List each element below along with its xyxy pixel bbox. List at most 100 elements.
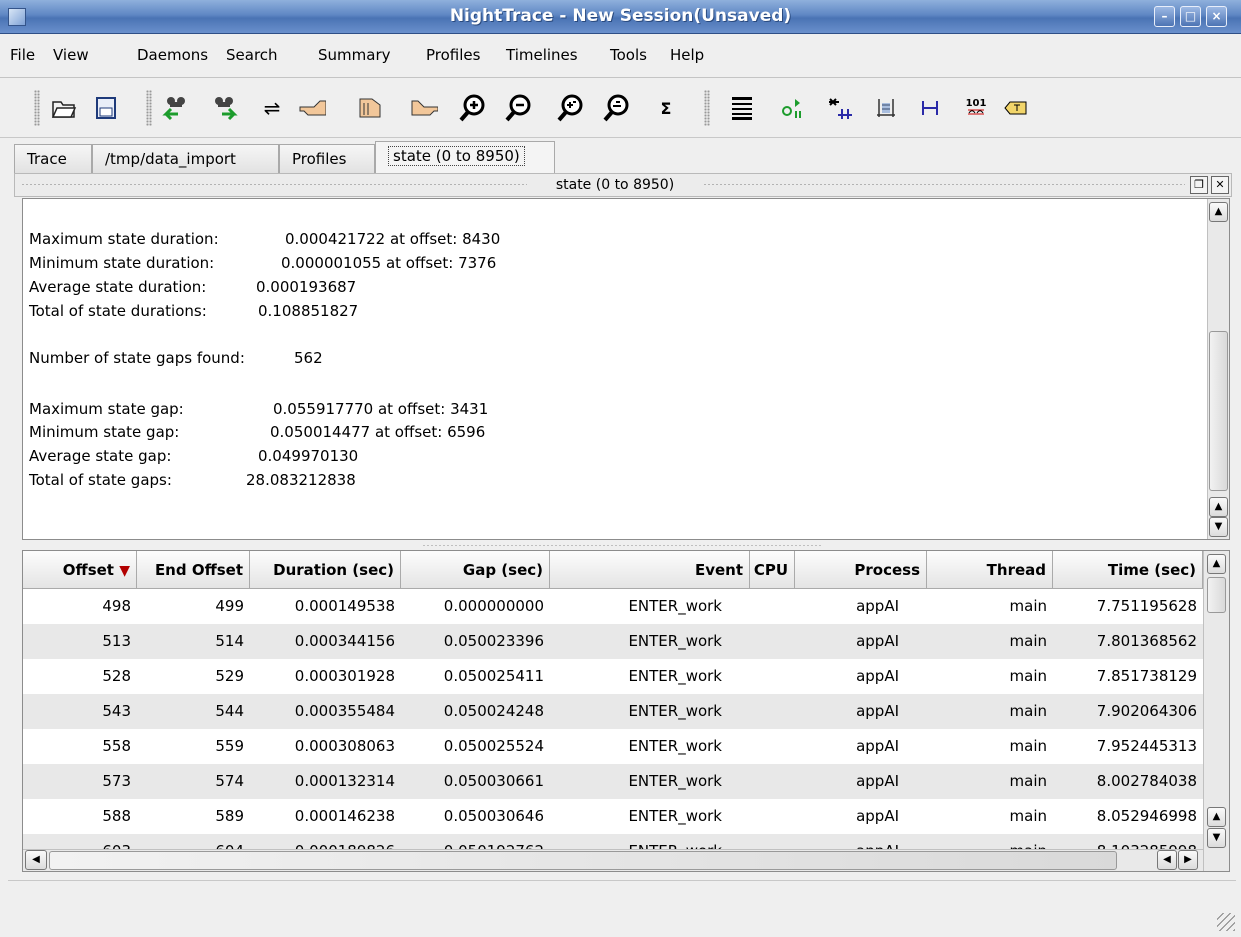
float-pane-button[interactable]: ❐	[1190, 176, 1208, 194]
zoom-in-icon[interactable]	[458, 94, 486, 122]
cell-gap: 0.050023396	[443, 632, 544, 650]
menu-file[interactable]: File	[10, 46, 35, 64]
interval-icon[interactable]	[872, 94, 900, 122]
summary-value: 0.055917770 at offset: 3431	[273, 400, 489, 418]
state-marker-icon[interactable]	[826, 94, 854, 122]
table-row[interactable]: 588 589 0.000146238 0.050030646 ENTER_work ap…	[23, 799, 1203, 834]
cell-cpu	[750, 694, 795, 729]
column-header-process[interactable]: Process	[795, 551, 927, 589]
column-header-gap[interactable]: Gap (sec)	[401, 551, 550, 589]
maximize-button[interactable]: □	[1180, 6, 1201, 27]
column-header-offset[interactable]: Offset ▼	[23, 551, 137, 589]
column-header-duration[interactable]: Duration (sec)	[250, 551, 401, 589]
summary-value: 0.000193687	[256, 278, 357, 296]
scroll-up-button[interactable]: ▲	[1207, 807, 1226, 827]
search-forward-icon[interactable]	[210, 94, 238, 122]
scroll-thumb[interactable]	[49, 851, 1117, 870]
toolbar-grip[interactable]	[34, 90, 40, 126]
toolbar-grip[interactable]	[146, 90, 152, 126]
zoom-out-icon[interactable]	[504, 94, 532, 122]
table-row[interactable]: 528 529 0.000301928 0.050025411 ENTER_work ap…	[23, 659, 1203, 694]
list-icon[interactable]	[728, 94, 756, 122]
column-header-event[interactable]: Event	[550, 551, 750, 589]
menu-help[interactable]: Help	[670, 46, 704, 64]
minimize-button[interactable]: –	[1154, 6, 1175, 27]
cell-thread: main	[1009, 772, 1047, 790]
scroll-left-button[interactable]: ◀	[1157, 850, 1177, 870]
resize-grip-icon[interactable]	[1217, 913, 1235, 931]
table-row[interactable]: 573 574 0.000132314 0.050030661 ENTER_work ap…	[23, 764, 1203, 799]
menu-tools[interactable]: Tools	[610, 46, 647, 64]
binary-text-icon[interactable]: 101	[962, 94, 990, 122]
menu-summary[interactable]: Summary	[318, 46, 391, 64]
cell-cpu	[750, 659, 795, 694]
cell-cpu	[750, 589, 795, 624]
table-row[interactable]: 498 499 0.000149538 0.000000000 ENTER_work ap…	[23, 589, 1203, 624]
cell-event: ENTER_work	[628, 667, 722, 685]
toolbar-grip[interactable]	[704, 90, 710, 126]
summary-value: 0.000421722 at offset: 8430	[285, 230, 501, 248]
column-header-time[interactable]: Time (sec)	[1053, 551, 1203, 589]
column-header-end-offset[interactable]: End Offset	[137, 551, 250, 589]
cell-cpu	[750, 729, 795, 764]
zoom-out-more-icon[interactable]	[602, 94, 630, 122]
menu-daemons[interactable]: Daemons	[137, 46, 208, 64]
hand-grab-icon[interactable]	[354, 94, 382, 122]
menu-profiles[interactable]: Profiles	[426, 46, 480, 64]
scroll-up-button[interactable]: ▲	[1209, 497, 1228, 517]
tab-state[interactable]: state (0 to 8950)	[375, 141, 555, 174]
menu-view[interactable]: View	[53, 46, 89, 64]
scroll-thumb[interactable]	[1209, 331, 1228, 491]
cell-duration: 0.000308063	[294, 737, 395, 755]
table-horizontal-scrollbar[interactable]: ◀ ◀ ▶	[23, 849, 1203, 871]
scroll-up-button[interactable]: ▲	[1207, 554, 1226, 574]
tab-profiles[interactable]: Profiles	[279, 144, 375, 173]
cell-gap: 0.050030661	[443, 772, 544, 790]
cell-gap: 0.050024248	[443, 702, 544, 720]
summary-value: 0.108851827	[258, 302, 359, 320]
table-row[interactable]: 558 559 0.000308063 0.050025524 ENTER_work ap…	[23, 729, 1203, 764]
cell-process: appAI	[856, 702, 899, 720]
cell-end-offset: 544	[215, 702, 244, 720]
close-button[interactable]: ×	[1206, 6, 1227, 27]
table-vertical-scrollbar[interactable]: ▲ ▲ ▼	[1203, 551, 1229, 871]
play-pause-icon[interactable]	[778, 94, 806, 122]
scroll-right-button[interactable]: ▶	[1178, 850, 1198, 870]
menu-search[interactable]: Search	[226, 46, 278, 64]
range-icon[interactable]	[916, 94, 944, 122]
tab-data-import[interactable]: /tmp/data_import	[92, 144, 279, 173]
zoom-in-more-icon[interactable]	[556, 94, 584, 122]
pane-splitter[interactable]	[22, 541, 1230, 549]
scroll-thumb[interactable]	[1207, 577, 1226, 613]
events-table: Offset ▼ End Offset Duration (sec) Gap (…	[22, 550, 1230, 872]
cell-end-offset: 574	[215, 772, 244, 790]
sigma-icon[interactable]: Σ	[652, 94, 680, 122]
save-icon[interactable]	[92, 94, 120, 122]
column-header-thread[interactable]: Thread	[927, 551, 1053, 589]
tag-icon[interactable]	[1002, 94, 1030, 122]
open-icon[interactable]	[50, 94, 78, 122]
swap-icon[interactable]: ⇌	[258, 94, 286, 122]
table-row[interactable]: 513 514 0.000344156 0.050023396 ENTER_work ap…	[23, 624, 1203, 659]
cell-time: 7.851738129	[1096, 667, 1197, 685]
scroll-left-button[interactable]: ◀	[25, 850, 47, 870]
sort-descending-icon: ▼	[119, 563, 130, 579]
column-header-cpu[interactable]: CPU	[750, 551, 795, 589]
search-back-icon[interactable]	[162, 94, 190, 122]
summary-vertical-scrollbar[interactable]: ▲ ▲ ▼	[1207, 199, 1229, 539]
hand-right-icon[interactable]	[410, 94, 438, 122]
scroll-down-button[interactable]: ▼	[1209, 517, 1228, 537]
pane-grip[interactable]	[21, 183, 527, 187]
close-pane-button[interactable]: ✕	[1211, 176, 1229, 194]
cell-event: ENTER_work	[628, 737, 722, 755]
table-row[interactable]: 543 544 0.000355484 0.050024248 ENTER_work ap…	[23, 694, 1203, 729]
cell-cpu	[750, 764, 795, 799]
cell-time: 7.902064306	[1096, 702, 1197, 720]
scroll-up-button[interactable]: ▲	[1209, 202, 1228, 222]
hand-left-icon[interactable]	[298, 94, 326, 122]
scroll-down-button[interactable]: ▼	[1207, 828, 1226, 848]
summary-text-area[interactable]: Maximum state duration: 0.000421722 at o…	[22, 198, 1230, 540]
tab-trace[interactable]: Trace	[14, 144, 92, 173]
pane-grip[interactable]	[703, 183, 1185, 187]
menu-timelines[interactable]: Timelines	[506, 46, 578, 64]
